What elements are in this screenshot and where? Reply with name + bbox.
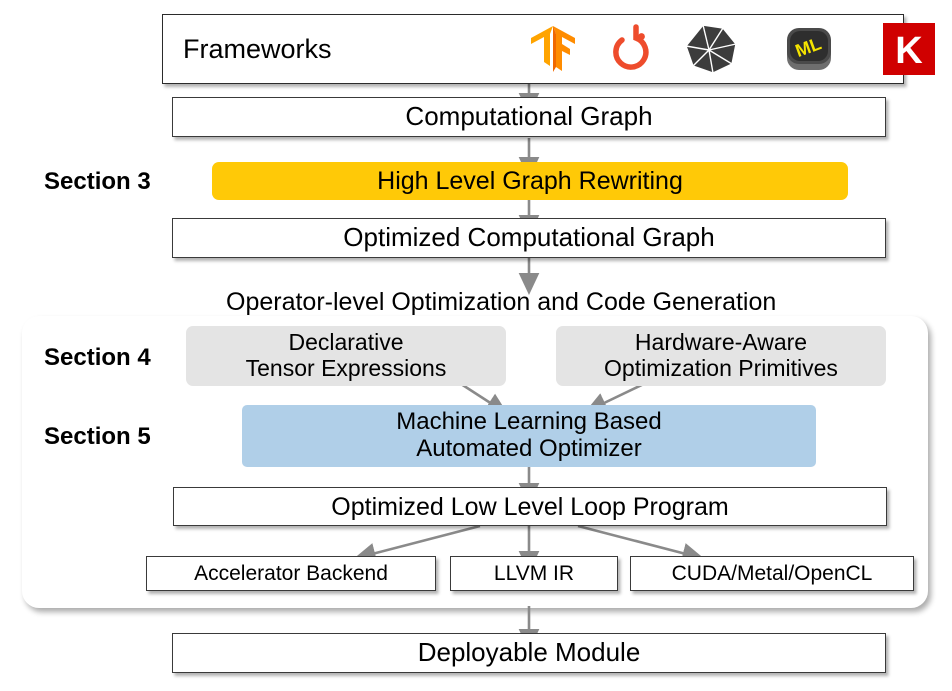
tensorflow-logo (525, 21, 581, 77)
cuda-metal-opencl-label: CUDA/Metal/OpenCL (671, 561, 873, 585)
cuda-metal-opencl-box: CUDA/Metal/OpenCL (630, 556, 914, 591)
operator-level-heading: Operator-level Optimization and Code Gen… (226, 288, 777, 316)
accelerator-backend-label: Accelerator Backend (194, 561, 388, 585)
hardware-aware-line1: Hardware-Aware (634, 329, 808, 356)
deployable-module-label: Deployable Module (417, 637, 641, 668)
hardware-aware-line2: Optimization Primitives (604, 355, 838, 381)
llvm-ir-label: LLVM IR (493, 561, 575, 585)
hardware-aware-primitives-box: Hardware-Aware Optimization Primitives (556, 326, 886, 386)
deployable-module-box: Deployable Module (172, 633, 886, 673)
svg-text:K: K (895, 30, 923, 72)
high-level-graph-rewriting-label: High Level Graph Rewriting (377, 167, 683, 195)
declarative-tensor-expressions-line1: Declarative (288, 329, 404, 356)
optimized-computational-graph-box: Optimized Computational Graph (172, 218, 886, 258)
optimized-low-level-loop-program-label: Optimized Low Level Loop Program (331, 492, 729, 521)
pytorch-logo (603, 21, 659, 77)
section-5-label: Section 5 (44, 423, 151, 450)
accelerator-backend-box: Accelerator Backend (146, 556, 436, 591)
llvm-ir-box: LLVM IR (450, 556, 618, 591)
computational-graph-box: Computational Graph (172, 97, 886, 137)
ml-optimizer-line1: Machine Learning Based (396, 408, 662, 436)
keras-logo: K (881, 21, 937, 77)
optimized-low-level-loop-program-box: Optimized Low Level Loop Program (173, 487, 887, 526)
frameworks-label: Frameworks (183, 33, 332, 64)
onnx-logo (683, 21, 739, 77)
section-4-label: Section 4 (44, 344, 151, 371)
computational-graph-label: Computational Graph (405, 101, 653, 132)
declarative-tensor-expressions-line2: Tensor Expressions (245, 355, 447, 381)
diagram-canvas: Frameworks ML K Section 3 Computational … (0, 0, 952, 691)
optimized-computational-graph-label: Optimized Computational Graph (343, 222, 715, 253)
frameworks-row: Frameworks ML K (162, 14, 935, 84)
declarative-tensor-expressions-box: Declarative Tensor Expressions (186, 326, 506, 386)
high-level-graph-rewriting-box: High Level Graph Rewriting (212, 162, 848, 200)
ml-automated-optimizer-box: Machine Learning Based Automated Optimiz… (242, 405, 816, 467)
ml-optimizer-line2: Automated Optimizer (416, 435, 642, 462)
section-3-label: Section 3 (44, 168, 151, 195)
coreml-logo: ML (781, 21, 837, 77)
